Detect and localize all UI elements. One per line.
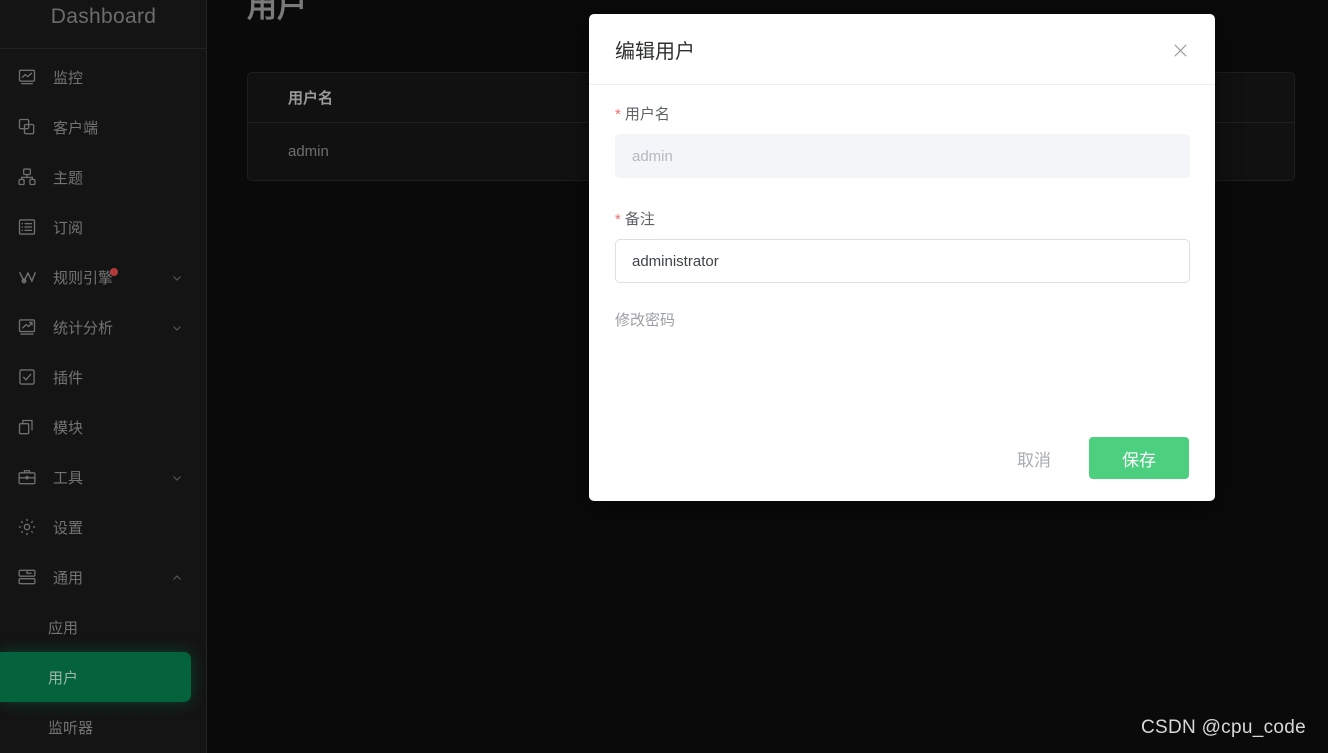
tools-icon: [16, 466, 38, 488]
sidebar-subitem-users[interactable]: 用户: [0, 652, 191, 702]
sidebar-item-analytics[interactable]: 统计分析: [0, 302, 206, 352]
close-icon[interactable]: [1169, 39, 1191, 61]
brand-divider: [0, 48, 206, 49]
sidebar-item-module[interactable]: 模块: [0, 402, 206, 452]
sidebar-subitem-listener[interactable]: 监听器: [0, 702, 206, 752]
sidebar-item-label: 工具: [53, 469, 84, 487]
sidebar-item-settings[interactable]: 设置: [0, 502, 206, 552]
sidebar-item-subscription[interactable]: 订阅: [0, 202, 206, 252]
remark-label-text: 备注: [624, 211, 655, 228]
topic-icon: [16, 166, 38, 188]
remark-field-group: * 备注 administrator: [615, 210, 1190, 283]
remark-label: * 备注: [615, 210, 1189, 230]
sidebar-item-label: 规则引擎: [53, 267, 119, 288]
gear-icon: [16, 516, 38, 538]
sidebar-item-tools[interactable]: 工具: [0, 452, 206, 502]
sidebar-item-label: 模块: [53, 419, 84, 437]
brand-title: Dashboard: [50, 5, 157, 28]
required-marker: *: [615, 211, 621, 228]
notification-dot-badge: [110, 267, 119, 276]
sidebar-item-label: 订阅: [53, 219, 84, 237]
analytics-icon: [16, 316, 38, 338]
app-root: Dashboard 监控 客户端 主题 订阅 规则引擎 统计分析 插件 模块 工…: [0, 0, 1328, 753]
rule-engine-icon: [16, 266, 38, 288]
chevron-down-icon[interactable]: [171, 321, 183, 333]
sidebar: Dashboard 监控 客户端 主题 订阅 规则引擎 统计分析 插件 模块 工…: [0, 0, 207, 753]
table-column-username: 用户名: [288, 90, 334, 107]
subscription-icon: [16, 216, 38, 238]
username-field-group: * 用户名 admin: [615, 105, 1190, 178]
remark-input[interactable]: administrator: [615, 239, 1190, 283]
edit-user-dialog: 编辑用户 * 用户名 admin * 备注 administrator 修改密码…: [589, 14, 1215, 501]
page-title: 用户: [247, 0, 307, 24]
username-label: * 用户名: [615, 105, 1189, 125]
sidebar-subitem-application[interactable]: 应用: [0, 602, 206, 652]
change-password-link[interactable]: 修改密码: [615, 309, 1189, 330]
sidebar-item-label: 主题: [53, 169, 84, 187]
sidebar-item-general[interactable]: 通用: [0, 552, 206, 602]
sidebar-item-label: 监控: [53, 69, 84, 87]
chevron-down-icon[interactable]: [171, 271, 183, 283]
username-input: admin: [615, 134, 1190, 178]
clients-icon: [16, 116, 38, 138]
general-icon: [16, 566, 38, 588]
save-button[interactable]: 保存: [1089, 437, 1189, 479]
module-icon: [16, 416, 38, 438]
sidebar-item-monitor[interactable]: 监控: [0, 52, 206, 102]
sidebar-item-text: 规则引擎: [53, 269, 114, 287]
sidebar-item-label: 设置: [53, 519, 84, 537]
sidebar-item-label: 客户端: [53, 119, 99, 137]
sidebar-item-rule-engine[interactable]: 规则引擎: [0, 252, 206, 302]
table-cell-username: admin: [288, 143, 329, 160]
dialog-title: 编辑用户: [615, 40, 695, 63]
sidebar-item-topic[interactable]: 主题: [0, 152, 206, 202]
username-label-text: 用户名: [624, 106, 670, 123]
chevron-up-icon[interactable]: [171, 571, 183, 583]
sidebar-item-label: 通用: [53, 569, 84, 587]
watermark: CSDN @cpu_code: [1140, 717, 1306, 738]
sidebar-item-clients[interactable]: 客户端: [0, 102, 206, 152]
cancel-button[interactable]: 取消: [999, 436, 1069, 481]
monitor-icon: [16, 66, 38, 88]
dialog-body: * 用户名 admin * 备注 administrator 修改密码: [589, 85, 1215, 330]
plugin-icon: [16, 366, 38, 388]
sidebar-nav: 监控 客户端 主题 订阅 规则引擎 统计分析 插件 模块 工具 设置 通用 应用…: [0, 52, 206, 752]
dialog-footer: 取消 保存: [589, 415, 1215, 501]
chevron-down-icon[interactable]: [171, 471, 183, 483]
dialog-header: 编辑用户: [589, 14, 1215, 85]
sidebar-item-label: 插件: [53, 369, 84, 387]
sidebar-item-plugin[interactable]: 插件: [0, 352, 206, 402]
required-marker: *: [615, 106, 621, 123]
sidebar-item-label: 统计分析: [53, 319, 114, 337]
